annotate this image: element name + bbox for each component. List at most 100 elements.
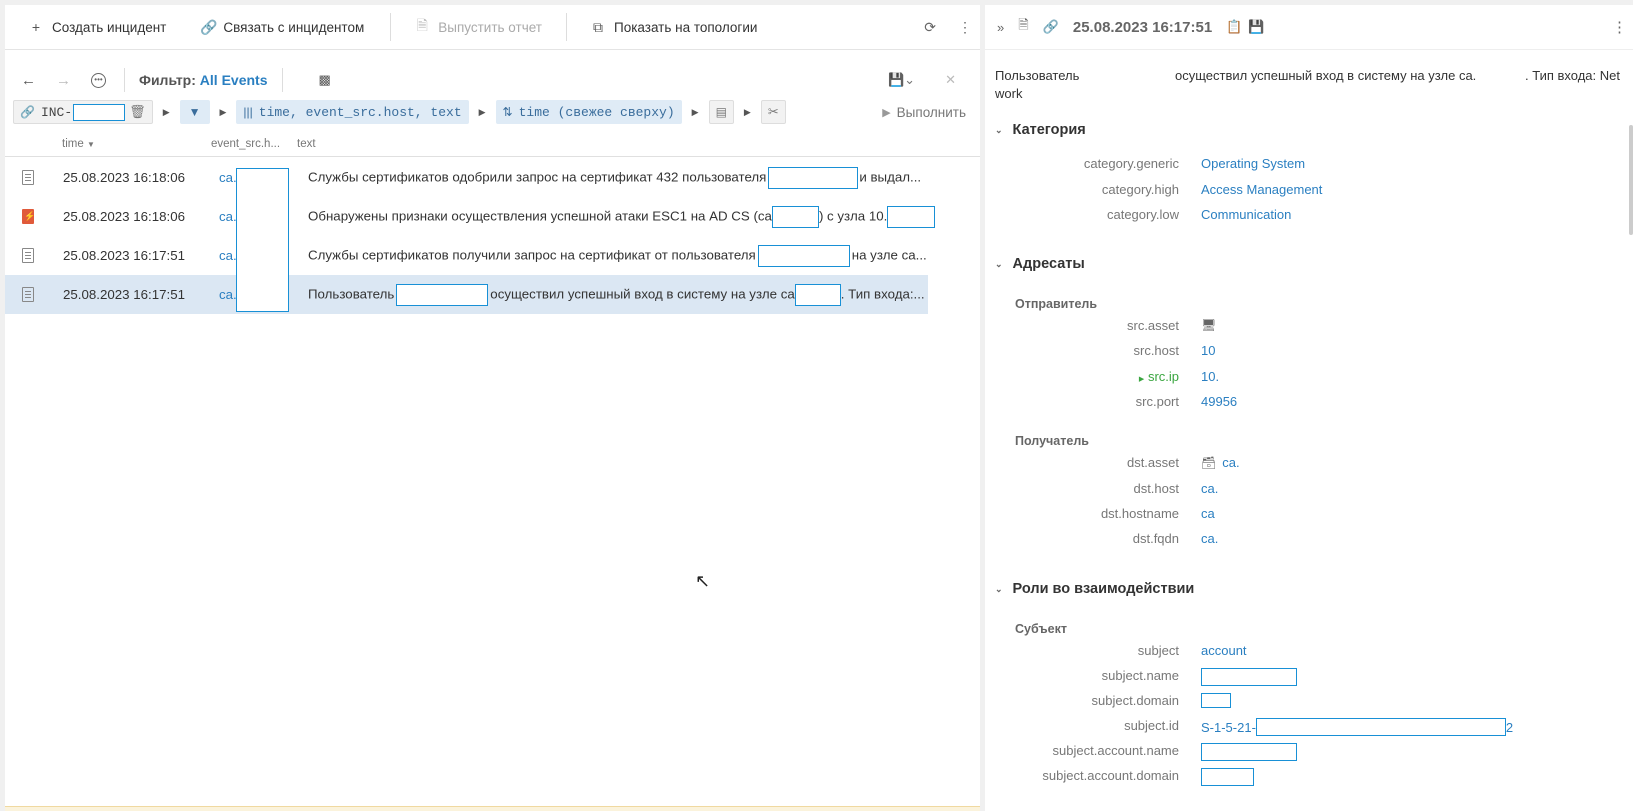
redacted-host-column <box>236 168 289 312</box>
redacted-field <box>771 205 819 228</box>
collapse-panel-icon[interactable]: » <box>997 20 1004 35</box>
document-icon: 🗎 <box>416 17 428 33</box>
table-row-selected[interactable]: 25.08.2023 16:17:51 ca. Пользователь осущ… <box>5 275 928 314</box>
forward-arrow-icon[interactable]: → <box>56 72 71 89</box>
history-icon[interactable]: ••• <box>91 72 106 88</box>
redacted-field <box>1201 743 1297 761</box>
field-value[interactable] <box>1201 668 1297 686</box>
chevron-down-icon: ⌄ <box>995 258 1003 269</box>
link-icon[interactable]: 🔗 <box>1043 19 1059 35</box>
field-key: src.host <box>1133 343 1179 358</box>
save-dropdown-icon[interactable]: 💾⌄ <box>888 72 915 88</box>
release-report-button[interactable]: 🗎 Выпустить отчет <box>405 5 552 50</box>
table-row[interactable]: 25.08.2023 16:18:06 ca. Обнаружены призн… <box>5 197 936 236</box>
field-value[interactable]: S-1-5-21- 2 <box>1201 718 1513 736</box>
group-chip[interactable]: ▤ <box>708 100 734 124</box>
show-topology-button[interactable]: ⧉ Показать на топологии <box>581 5 767 50</box>
field-value[interactable] <box>1201 693 1231 708</box>
field-value[interactable]: ca. <box>1201 531 1218 546</box>
cut-chip[interactable]: ✂ <box>760 100 786 124</box>
field-key: subject.name <box>1101 668 1179 683</box>
more-vertical-icon[interactable]: ⋮ <box>958 19 972 36</box>
expand-icon: ▶ <box>1138 376 1145 383</box>
save-icon[interactable]: 💾 <box>1248 19 1264 35</box>
row-text-part: на узле ca... <box>851 247 927 263</box>
field-value[interactable]: Communication <box>1201 207 1291 222</box>
field-value[interactable]: 🗃 ca. <box>1201 455 1240 470</box>
release-report-label: Выпустить отчет <box>438 19 542 35</box>
incident-chip[interactable]: 🔗 INC- 🗑 <box>13 100 153 124</box>
table-row[interactable]: 25.08.2023 16:17:51 ca. Службы сертифика… <box>5 236 928 275</box>
row-text-part: осуществил успешный вход в систему на уз… <box>490 286 795 302</box>
link-incident-button[interactable]: 🔗 Связать с инцидентом <box>190 5 374 50</box>
field-key[interactable]: ▶ src.ip <box>1139 369 1179 384</box>
row-time: 25.08.2023 16:17:51 <box>63 248 186 263</box>
incident-number-input[interactable] <box>73 103 126 121</box>
back-arrow-icon[interactable]: ← <box>21 72 36 89</box>
field-value[interactable] <box>1201 743 1297 761</box>
field-value[interactable]: ca <box>1201 506 1215 521</box>
filter-title[interactable]: Фильтр: All Events <box>139 72 268 88</box>
create-incident-label: Создать инцидент <box>52 19 167 35</box>
field-value[interactable]: 10 <box>1201 343 1215 358</box>
field-value[interactable]: 🖥 <box>1201 318 1222 332</box>
field-key: subject.account.name <box>1052 743 1179 758</box>
section-roles[interactable]: ⌄ Роли во взаимодействии <box>995 581 1194 597</box>
receiver-label: Получатель <box>1015 434 1089 448</box>
field-value[interactable]: Operating System <box>1201 156 1305 171</box>
chevron-right-icon: ▶ <box>743 106 751 117</box>
sort-chip[interactable]: ⇅ time (свежее сверху) <box>495 100 682 124</box>
trash-icon[interactable]: 🗑 <box>129 104 146 120</box>
server-icon: 🗃 <box>1201 455 1217 470</box>
section-addressees[interactable]: ⌄ Адресаты <box>995 256 1085 272</box>
kv-row: category.low Communication <box>985 207 1625 227</box>
kv-row: dst.host ca. <box>985 481 1625 501</box>
create-incident-button[interactable]: + Создать инцидент <box>19 5 176 50</box>
row-text-part: Службы сертификатов получили запрос на с… <box>308 247 756 263</box>
section-title: Адресаты <box>1012 256 1085 272</box>
run-button[interactable]: ▶ Выполнить <box>882 99 966 125</box>
status-strip <box>5 806 980 811</box>
row-host[interactable]: ca. <box>219 209 237 224</box>
message-part: work <box>995 86 1023 101</box>
refresh-icon[interactable]: ⟳ <box>924 19 936 36</box>
query-bar: 🔗 INC- 🗑 ▶ ▼ ▶ ||| time, event_src.host,… <box>13 99 978 125</box>
table-row[interactable]: 25.08.2023 16:18:06 ca. Службы сертифика… <box>5 158 928 197</box>
more-vertical-icon[interactable]: ⋮ <box>1612 18 1627 36</box>
field-value[interactable]: ca. <box>1201 481 1218 496</box>
fields-chip[interactable]: ||| time, event_src.host, text <box>236 100 469 124</box>
filter-value[interactable]: All Events <box>200 72 268 88</box>
field-key: subject.account.domain <box>1042 768 1179 783</box>
row-text-part: ) с узла 10. <box>818 208 888 224</box>
field-value[interactable] <box>1201 768 1254 786</box>
field-key: src.asset <box>1126 318 1179 333</box>
redacted-field <box>794 283 841 306</box>
kv-row: dst.asset 🗃 ca. <box>985 455 1625 475</box>
row-text-part: Пользователь <box>308 286 395 302</box>
chart-icon[interactable]: ▩ <box>319 72 331 88</box>
filter-chip[interactable]: ▼ <box>179 100 210 124</box>
table-header: time ▼ event_src.h... text <box>5 131 980 157</box>
column-header-host[interactable]: event_src.h... <box>211 138 280 150</box>
row-host[interactable]: ca. <box>219 248 237 263</box>
field-key: subject.id <box>1124 718 1179 733</box>
close-icon[interactable]: ✕ <box>945 72 956 88</box>
filter-label: Фильтр: <box>139 72 196 88</box>
row-host[interactable]: ca. <box>219 170 237 185</box>
filter-bar: ← → ••• Фильтр: All Events ▩ 💾⌄ ✕ <box>5 65 980 95</box>
row-host[interactable]: ca. <box>219 287 237 302</box>
field-value[interactable]: 10. <box>1201 369 1219 384</box>
section-category[interactable]: ⌄ Категория <box>995 122 1086 138</box>
clipboard-icon[interactable]: 📋 <box>1226 19 1242 35</box>
field-value[interactable]: Access Management <box>1201 182 1322 197</box>
field-key: category.low <box>1106 207 1179 222</box>
field-value[interactable]: account <box>1201 643 1247 658</box>
kv-row: ▶ src.ip 10. <box>985 369 1625 389</box>
column-header-time[interactable]: time ▼ <box>62 138 95 150</box>
kv-row: dst.hostname ca <box>985 506 1625 526</box>
kv-row: subject.id S-1-5-21- 2 <box>985 718 1625 738</box>
scrollbar[interactable] <box>1629 125 1633 235</box>
field-value[interactable]: 49956 <box>1201 394 1237 409</box>
toolbar-divider <box>390 13 392 41</box>
column-header-text[interactable]: text <box>297 138 316 150</box>
